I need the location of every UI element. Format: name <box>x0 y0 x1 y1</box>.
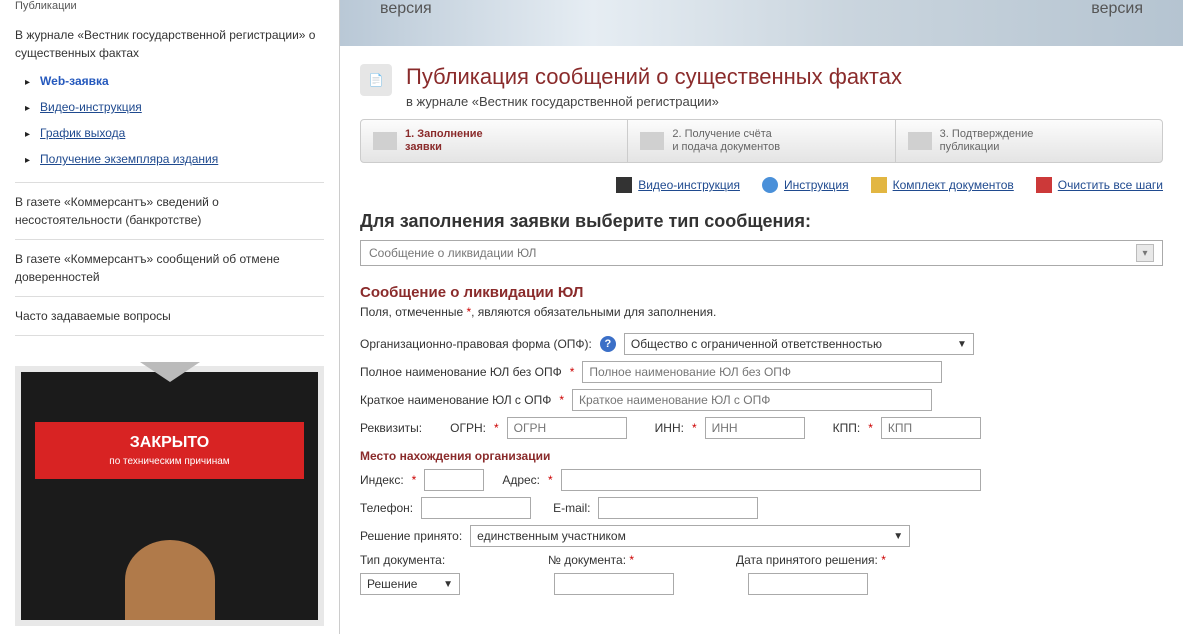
sidebar-group-vestnik: В журнале «Вестник государственной регис… <box>15 16 324 183</box>
link-video-instruction[interactable]: Видео-инструкция <box>616 177 740 193</box>
top-banner: версия версия <box>340 0 1183 46</box>
required-note: Поля, отмеченные *, являются обязательны… <box>360 305 1163 319</box>
sidebar: Публикации В журнале «Вестник государств… <box>0 0 340 634</box>
selected-type-label: Сообщение о ликвидации ЮЛ <box>369 246 536 260</box>
sidebar-link[interactable]: График выхода <box>40 124 125 142</box>
phone-label: Телефон: <box>360 501 413 515</box>
section-select-type: Для заполнения заявки выберите тип сообщ… <box>360 211 1163 232</box>
opf-select[interactable]: Общество с ограниченной ответственностью… <box>624 333 974 355</box>
sidebar-item-video-instr[interactable]: ▸ Видео-инструкция <box>15 94 324 120</box>
sidebar-link[interactable]: Получение экземпляра издания <box>40 150 218 168</box>
doc-type-select[interactable]: Решение▼ <box>360 573 460 595</box>
sidebar-item-web-zayavka[interactable]: ▸ Web-заявка <box>15 68 324 94</box>
inn-label: ИНН: <box>655 421 684 435</box>
chevron-down-icon: ▼ <box>443 579 453 590</box>
info-icon <box>762 177 778 193</box>
addr-input[interactable] <box>561 469 981 491</box>
kpp-input[interactable] <box>881 417 981 439</box>
chevron-down-icon: ▼ <box>957 339 967 350</box>
inn-input[interactable] <box>705 417 805 439</box>
document-icon <box>640 132 664 150</box>
email-label: E-mail: <box>553 501 590 515</box>
person-head-icon <box>125 540 215 620</box>
location-header: Место нахождения организации <box>360 449 1163 463</box>
email-input[interactable] <box>598 497 758 519</box>
step-1[interactable]: 1. Заполнениезаявки <box>361 120 628 162</box>
chevron-right-icon: ▸ <box>25 75 30 90</box>
chevron-right-icon: ▸ <box>25 101 30 116</box>
closed-banner: ЗАКРЫТО по техническим причинам <box>15 366 324 626</box>
sidebar-heading-clipped: Публикации <box>15 0 324 16</box>
kpp-label: КПП: <box>833 421 861 435</box>
sidebar-item-get-copy[interactable]: ▸ Получение экземпляра издания <box>15 146 324 172</box>
closed-sign: ЗАКРЫТО по техническим причинам <box>35 422 304 479</box>
index-input[interactable] <box>424 469 484 491</box>
sidebar-link[interactable]: Web-заявка <box>40 72 109 90</box>
link-document-pack[interactable]: Комплект документов <box>871 177 1014 193</box>
newspaper-icon: 📄 <box>360 64 392 96</box>
chevron-down-icon: ▾ <box>1136 244 1154 262</box>
doc-num-input[interactable] <box>554 573 674 595</box>
page-subtitle: в журнале «Вестник государственной регис… <box>406 94 902 109</box>
sidebar-group-kommersant-bankrot[interactable]: В газете «Коммерсантъ» сведений о несост… <box>15 183 324 240</box>
doc-num-label: № документа: * <box>548 553 728 567</box>
message-type-select[interactable]: Сообщение о ликвидации ЮЛ ▾ <box>360 240 1163 266</box>
doc-date-input[interactable] <box>748 573 868 595</box>
doc-date-label: Дата принятого решения: * <box>736 553 886 567</box>
chevron-right-icon: ▸ <box>25 153 30 168</box>
banner-right-label: версия <box>1091 0 1143 18</box>
ogrn-label: ОГРН: <box>450 421 486 435</box>
laptop-icon <box>373 132 397 150</box>
clear-icon <box>1036 177 1052 193</box>
addr-label: Адрес: <box>502 473 540 487</box>
message-title: Сообщение о ликвидации ЮЛ <box>360 284 1163 301</box>
help-icon[interactable]: ? <box>600 336 616 352</box>
doc-type-label: Тип документа: <box>360 553 540 567</box>
phone-input[interactable] <box>421 497 531 519</box>
decision-by-select[interactable]: единственным участником▼ <box>470 525 910 547</box>
decision-by-label: Решение принято: <box>360 529 462 543</box>
rekv-label: Реквизиты: <box>360 421 422 435</box>
full-name-label: Полное наименование ЮЛ без ОПФ <box>360 365 562 379</box>
main-content: версия версия 📄 Публикация сообщений о с… <box>340 0 1183 634</box>
index-label: Индекс: <box>360 473 404 487</box>
sidebar-group-kommersant-dover[interactable]: В газете «Коммерсантъ» сообщений об отме… <box>15 240 324 297</box>
chevron-down-icon: ▼ <box>893 531 903 542</box>
folder-icon <box>871 177 887 193</box>
sidebar-link[interactable]: Видео-инструкция <box>40 98 142 116</box>
steps-breadcrumb: 1. Заполнениезаявки 2. Получение счётаи … <box>360 119 1163 163</box>
sidebar-item-schedule[interactable]: ▸ График выхода <box>15 120 324 146</box>
link-clear-steps[interactable]: Очистить все шаги <box>1036 177 1163 193</box>
full-name-input[interactable] <box>582 361 942 383</box>
link-instruction[interactable]: Инструкция <box>762 177 849 193</box>
banner-left-label: версия <box>380 0 432 18</box>
short-name-input[interactable] <box>572 389 932 411</box>
hanger-icon <box>140 362 200 382</box>
step-3[interactable]: 3. Подтверждениепубликации <box>896 120 1162 162</box>
sidebar-group-desc: В журнале «Вестник государственной регис… <box>15 26 324 62</box>
ogrn-input[interactable] <box>507 417 627 439</box>
chevron-right-icon: ▸ <box>25 127 30 142</box>
page-title: Публикация сообщений о существенных факт… <box>406 64 902 90</box>
checklist-icon <box>908 132 932 150</box>
video-icon <box>616 177 632 193</box>
step-2[interactable]: 2. Получение счётаи подача документов <box>628 120 895 162</box>
short-name-label: Краткое наименование ЮЛ с ОПФ <box>360 393 551 407</box>
toolbar-links: Видео-инструкция Инструкция Комплект док… <box>360 177 1163 193</box>
opf-label: Организационно-правовая форма (ОПФ): <box>360 337 592 351</box>
sidebar-group-faq[interactable]: Часто задаваемые вопросы <box>15 297 324 336</box>
